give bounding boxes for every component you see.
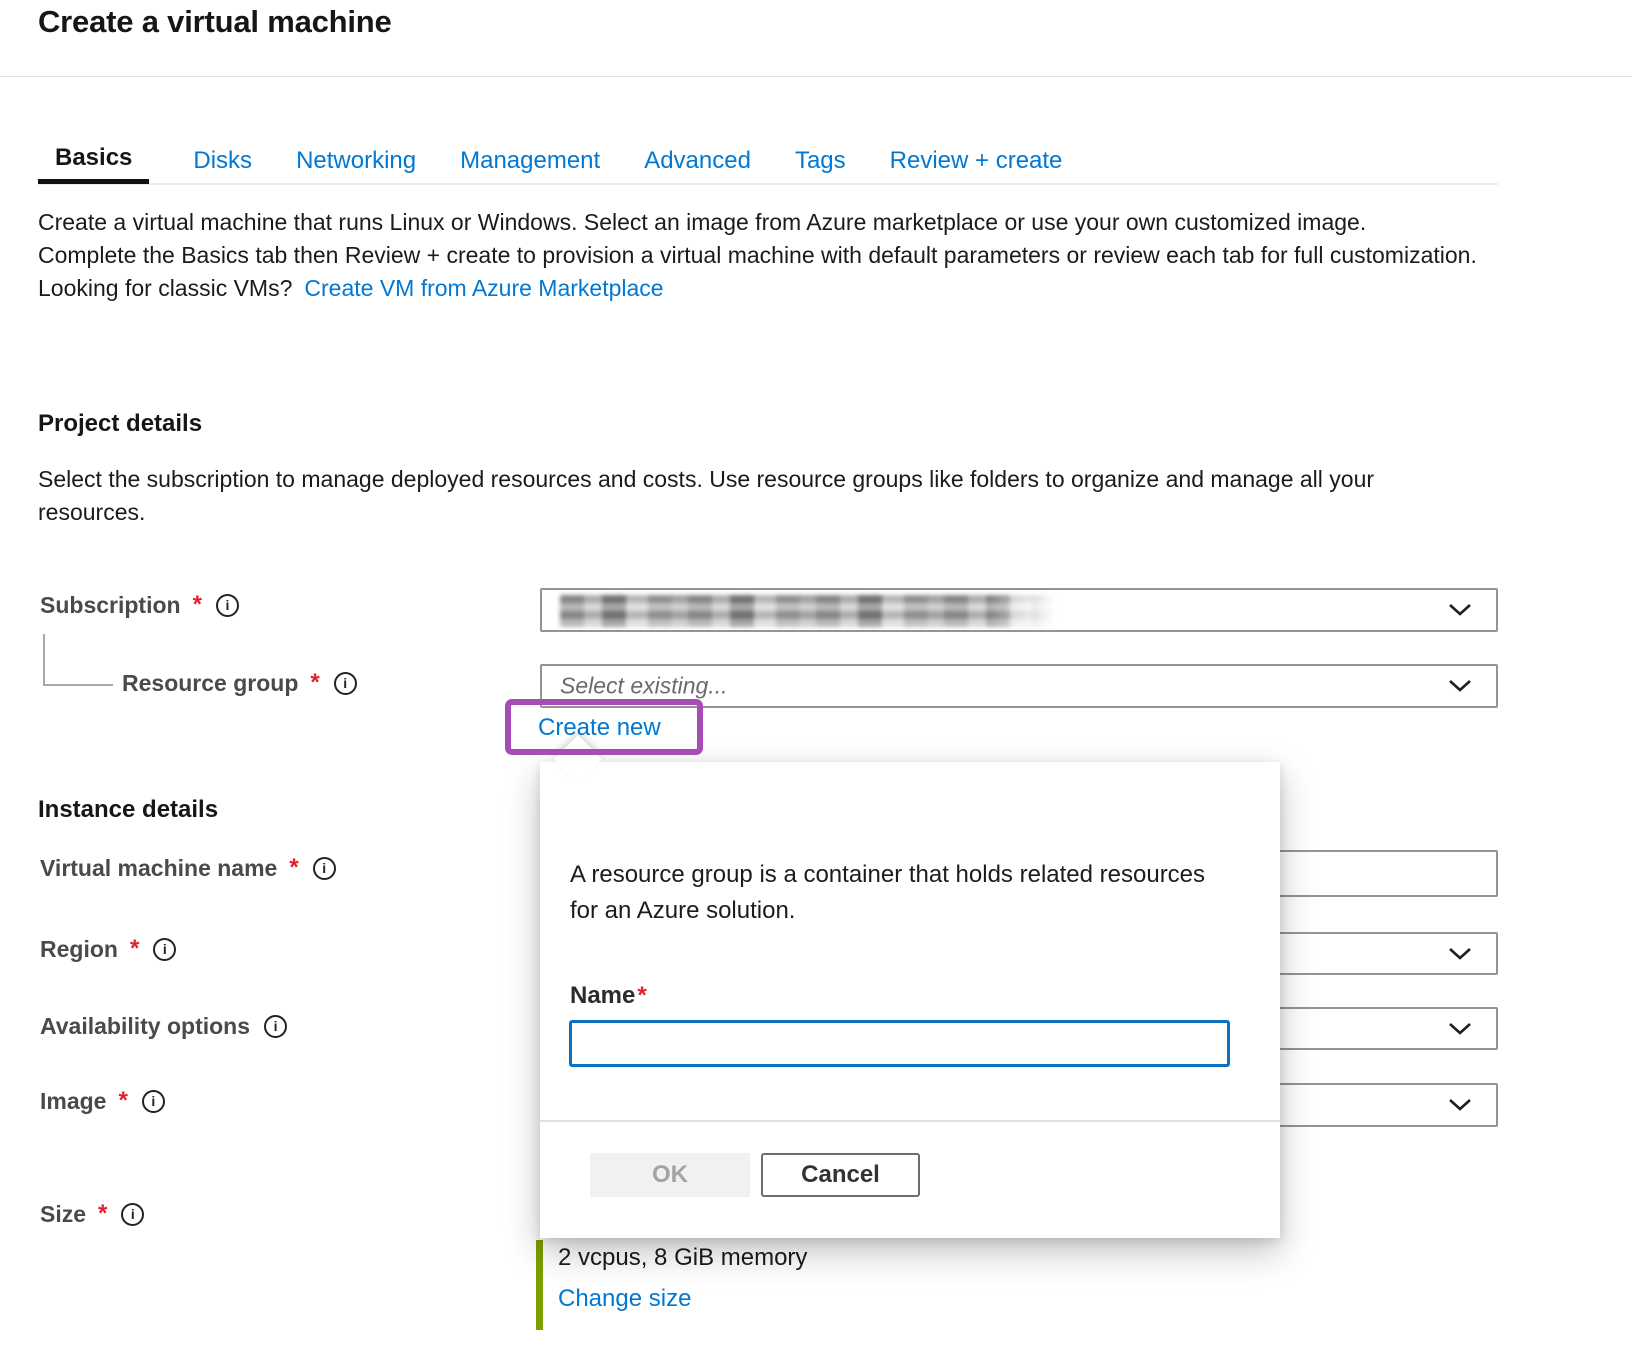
resource-group-dropdown[interactable]: Select existing... (540, 664, 1498, 708)
availability-options-label: Availability options (40, 1013, 250, 1040)
chevron-down-icon (1448, 947, 1472, 961)
info-icon[interactable]: i (264, 1015, 287, 1038)
tab-tags[interactable]: Tags (795, 137, 846, 184)
subscription-dropdown[interactable] (540, 588, 1498, 632)
tabbar: Basics Disks Networking Management Advan… (38, 137, 1062, 184)
project-details-heading: Project details (38, 410, 202, 438)
tab-basics[interactable]: Basics (38, 137, 149, 184)
info-icon[interactable]: i (121, 1203, 144, 1226)
size-specs-text: 2 vcpus, 8 GiB memory (558, 1244, 807, 1272)
tab-review-create[interactable]: Review + create (890, 137, 1063, 184)
intro-paragraph-3: Looking for classic VMs? Create VM from A… (38, 272, 1508, 305)
subscription-label-row: Subscription * i (40, 589, 239, 621)
tree-connector-vertical (43, 634, 45, 685)
tab-management[interactable]: Management (460, 137, 600, 184)
instance-details-heading: Instance details (38, 796, 218, 824)
subscription-value-redacted (560, 595, 1060, 627)
size-label-row: Size * i (40, 1198, 144, 1230)
tab-advanced[interactable]: Advanced (644, 137, 751, 184)
chevron-down-icon (1448, 603, 1472, 617)
tab-disks[interactable]: Disks (193, 137, 252, 184)
chevron-down-icon (1448, 679, 1472, 693)
classic-vms-text: Looking for classic VMs? (38, 275, 292, 301)
create-new-link[interactable]: Create new (538, 714, 661, 742)
ok-button[interactable]: OK (590, 1153, 750, 1197)
resource-group-name-input[interactable] (569, 1020, 1230, 1067)
resource-group-label-row: Resource group * i (122, 667, 357, 699)
resource-group-placeholder: Select existing... (560, 673, 727, 700)
image-label-row: Image * i (40, 1085, 165, 1117)
selected-size-indicator-bar (536, 1240, 543, 1330)
info-icon[interactable]: i (142, 1090, 165, 1113)
create-resource-group-dialog: A resource group is a container that hol… (540, 762, 1280, 1238)
required-marker: * (289, 854, 298, 882)
resource-group-label: Resource group (122, 670, 298, 697)
tree-connector-horizontal (43, 684, 113, 686)
page-title: Create a virtual machine (38, 4, 392, 40)
required-marker: * (130, 935, 139, 963)
required-marker: * (98, 1200, 107, 1228)
info-icon[interactable]: i (334, 672, 357, 695)
intro-paragraph-1: Create a virtual machine that runs Linux… (38, 206, 1418, 239)
intro-text: Create a virtual machine that runs Linux… (38, 206, 1508, 305)
dialog-description: A resource group is a container that hol… (570, 857, 1210, 929)
dialog-name-label-row: Name* (570, 980, 647, 1012)
image-label: Image (40, 1088, 106, 1115)
region-label: Region (40, 936, 118, 963)
tab-networking[interactable]: Networking (296, 137, 416, 184)
size-label: Size (40, 1201, 86, 1228)
create-vm-marketplace-link[interactable]: Create VM from Azure Marketplace (304, 275, 663, 301)
subscription-label: Subscription (40, 592, 181, 619)
availability-options-label-row: Availability options i (40, 1010, 287, 1042)
intro-paragraph-2: Complete the Basics tab then Review + cr… (38, 239, 1508, 272)
vm-name-label-row: Virtual machine name * i (40, 852, 336, 884)
dialog-divider (540, 1120, 1280, 1122)
name-label: Name (570, 982, 635, 1010)
required-marker: * (637, 982, 646, 1010)
region-label-row: Region * i (40, 933, 176, 965)
chevron-down-icon (1448, 1022, 1472, 1036)
project-details-description: Select the subscription to manage deploy… (38, 463, 1438, 529)
info-icon[interactable]: i (216, 594, 239, 617)
change-size-link[interactable]: Change size (558, 1285, 691, 1313)
info-icon[interactable]: i (153, 938, 176, 961)
required-marker: * (193, 591, 202, 619)
vm-name-label: Virtual machine name (40, 855, 277, 882)
required-marker: * (118, 1087, 127, 1115)
info-icon[interactable]: i (313, 857, 336, 880)
title-divider (0, 76, 1632, 77)
required-marker: * (310, 669, 319, 697)
create-vm-page: Create a virtual machine Basics Disks Ne… (0, 0, 1632, 1368)
chevron-down-icon (1448, 1098, 1472, 1112)
cancel-button[interactable]: Cancel (761, 1153, 920, 1197)
